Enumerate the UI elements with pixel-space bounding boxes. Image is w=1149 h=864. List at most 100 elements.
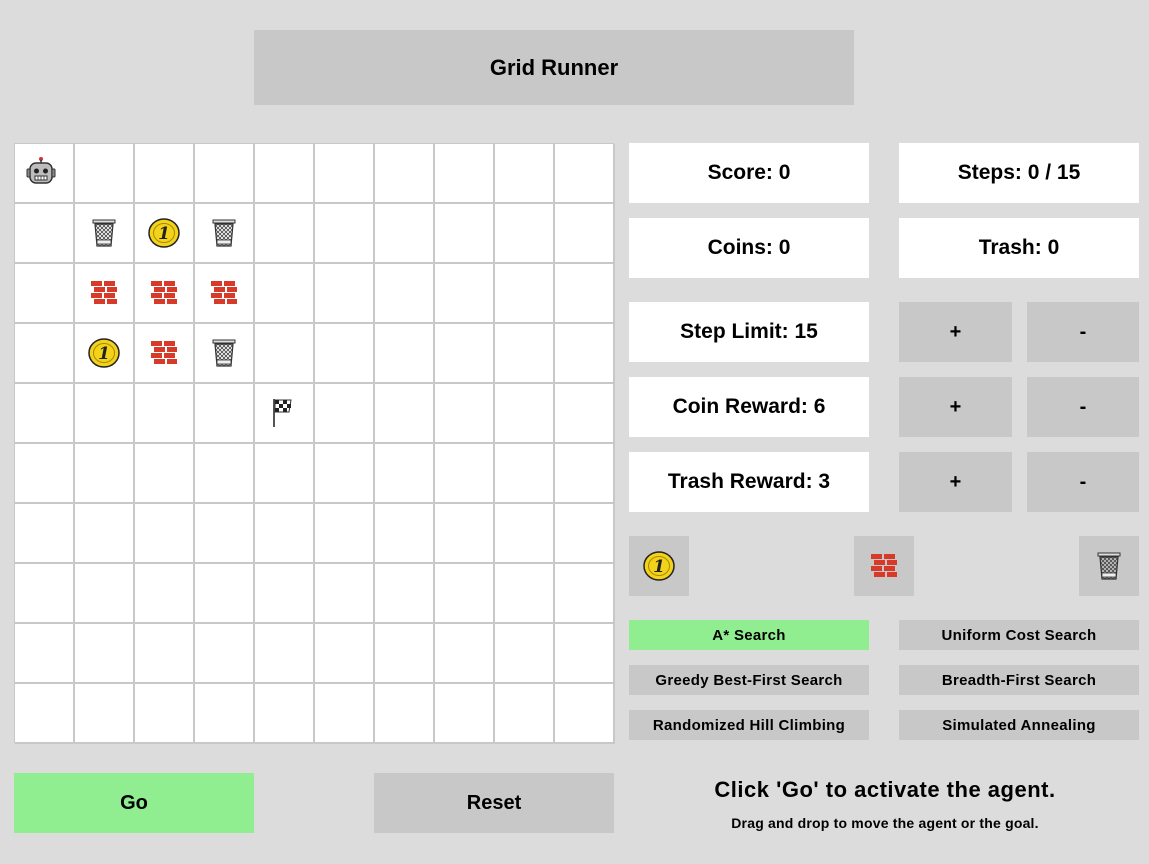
grid-cell[interactable] [75,624,135,684]
grid-cell[interactable] [435,564,495,624]
grid-cell[interactable] [315,444,375,504]
grid-cell[interactable] [495,324,555,384]
grid-cell[interactable] [255,444,315,504]
grid-cell[interactable] [255,324,315,384]
grid-cell[interactable] [375,204,435,264]
grid-cell[interactable] [75,204,135,264]
grid-cell[interactable] [195,144,255,204]
grid-cell[interactable] [555,624,615,684]
grid-cell[interactable] [375,324,435,384]
step-limit-increase-button[interactable]: + [899,302,1012,362]
grid-cell[interactable] [315,624,375,684]
grid-cell[interactable] [135,264,195,324]
grid-cell[interactable]: 1 [75,324,135,384]
grid-cell[interactable] [375,144,435,204]
grid-cell[interactable] [375,624,435,684]
reset-button[interactable]: Reset [374,773,614,833]
grid-cell[interactable] [75,444,135,504]
trash-palette-tile[interactable] [1079,536,1139,596]
grid-cell[interactable] [435,264,495,324]
grid-cell[interactable] [495,144,555,204]
grid-cell[interactable] [435,444,495,504]
grid-cell[interactable] [135,564,195,624]
grid-cell[interactable] [495,384,555,444]
grid-cell[interactable] [255,624,315,684]
grid-cell[interactable] [195,564,255,624]
grid-cell[interactable] [375,264,435,324]
grid-cell[interactable] [495,624,555,684]
grid-cell[interactable] [15,504,75,564]
grid-cell[interactable] [195,324,255,384]
grid-cell[interactable] [15,624,75,684]
grid-cell[interactable] [555,684,615,744]
game-grid[interactable]: 11 [14,143,615,744]
grid-cell[interactable] [255,204,315,264]
grid-cell[interactable] [15,684,75,744]
robot-agent-icon[interactable] [25,156,57,186]
grid-cell[interactable] [375,384,435,444]
grid-cell[interactable] [195,444,255,504]
grid-cell[interactable] [315,684,375,744]
grid-cell[interactable] [135,684,195,744]
grid-cell[interactable] [195,624,255,684]
grid-cell[interactable] [435,204,495,264]
grid-cell[interactable] [555,324,615,384]
grid-cell[interactable] [15,564,75,624]
grid-cell[interactable] [15,264,75,324]
algo-annealing-button[interactable]: Simulated Annealing [899,710,1139,740]
grid-cell[interactable] [495,204,555,264]
go-button[interactable]: Go [14,773,254,833]
grid-cell[interactable] [435,684,495,744]
coin-reward-decrease-button[interactable]: - [1027,377,1139,437]
grid-cell[interactable] [255,564,315,624]
grid-cell[interactable] [75,144,135,204]
grid-cell[interactable] [135,144,195,204]
grid-cell[interactable] [315,564,375,624]
step-limit-decrease-button[interactable]: - [1027,302,1139,362]
grid-cell[interactable] [315,324,375,384]
grid-cell[interactable] [195,684,255,744]
grid-cell[interactable] [555,204,615,264]
grid-cell[interactable] [75,384,135,444]
grid-cell[interactable] [495,444,555,504]
grid-cell[interactable] [375,684,435,744]
grid-cell[interactable]: 1 [135,204,195,264]
algo-bfs-button[interactable]: Breadth-First Search [899,665,1139,695]
grid-cell[interactable] [435,624,495,684]
grid-cell[interactable] [555,504,615,564]
wall-palette-tile[interactable] [854,536,914,596]
grid-cell[interactable] [15,144,75,204]
grid-cell[interactable] [255,384,315,444]
grid-cell[interactable] [255,504,315,564]
grid-cell[interactable] [375,444,435,504]
grid-cell[interactable] [255,684,315,744]
grid-cell[interactable] [555,264,615,324]
grid-cell[interactable] [435,324,495,384]
grid-cell[interactable] [15,444,75,504]
grid-cell[interactable] [435,504,495,564]
grid-cell[interactable] [135,444,195,504]
grid-cell[interactable] [135,384,195,444]
grid-cell[interactable] [495,264,555,324]
grid-cell[interactable] [375,564,435,624]
algo-greedy-button[interactable]: Greedy Best-First Search [629,665,869,695]
grid-cell[interactable] [75,564,135,624]
grid-cell[interactable] [315,504,375,564]
grid-cell[interactable] [315,204,375,264]
grid-cell[interactable] [75,684,135,744]
grid-cell[interactable] [255,144,315,204]
grid-cell[interactable] [375,504,435,564]
coin-palette-tile[interactable]: 1 [629,536,689,596]
grid-cell[interactable] [195,504,255,564]
algo-hill-climbing-button[interactable]: Randomized Hill Climbing [629,710,869,740]
grid-cell[interactable] [75,264,135,324]
grid-cell[interactable] [135,504,195,564]
grid-cell[interactable] [255,264,315,324]
grid-cell[interactable] [555,144,615,204]
trash-reward-decrease-button[interactable]: - [1027,452,1139,512]
grid-cell[interactable] [495,564,555,624]
grid-cell[interactable] [555,444,615,504]
grid-cell[interactable] [135,624,195,684]
grid-cell[interactable] [315,384,375,444]
grid-cell[interactable] [435,144,495,204]
